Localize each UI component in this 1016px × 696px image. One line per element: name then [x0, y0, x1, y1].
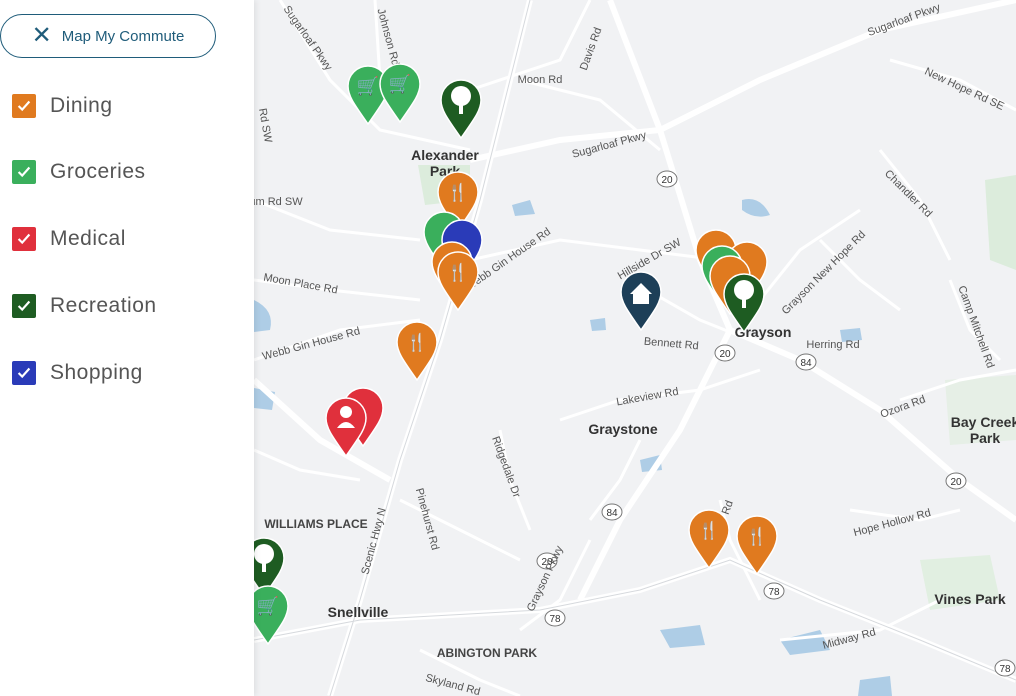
svg-text:🍴: 🍴 — [447, 182, 468, 203]
map-svg[interactable]: 202084208420787878 AlexanderParkGraysonG… — [254, 0, 1016, 696]
dining-label: Dining — [50, 94, 113, 117]
route-shield: 20 — [714, 344, 736, 362]
route-shield: 84 — [795, 353, 817, 371]
medical-checkbox[interactable] — [12, 227, 36, 251]
groceries-label: Groceries — [50, 160, 146, 183]
svg-text:78: 78 — [768, 587, 780, 598]
close-icon: ✕ — [31, 22, 52, 49]
svg-text:🍴: 🍴 — [746, 526, 767, 547]
route-shield: 78 — [544, 609, 566, 627]
svg-text:78: 78 — [549, 614, 561, 625]
svg-text:🛒: 🛒 — [357, 75, 379, 96]
svg-text:20: 20 — [661, 175, 673, 186]
map-place-label: Graystone — [588, 421, 657, 437]
svg-text:🍴: 🍴 — [698, 520, 719, 541]
map-place-label: WILLIAMS PLACE — [264, 517, 367, 531]
map-place-label: Snellville — [328, 604, 389, 620]
svg-text:84: 84 — [606, 508, 618, 519]
route-shield: 20 — [656, 170, 678, 188]
shopping-checkbox[interactable] — [12, 361, 36, 385]
map-road-label: um Rd SW — [254, 196, 303, 208]
svg-text:🍴: 🍴 — [447, 262, 468, 283]
category-medical[interactable]: Medical — [12, 227, 126, 251]
map-road-label: Herring Rd — [806, 339, 859, 351]
route-shield: 78 — [763, 582, 785, 600]
map-place-label: Alexander — [411, 147, 479, 163]
category-groceries[interactable]: Groceries — [12, 160, 146, 184]
map-place-label: ABINGTON PARK — [437, 646, 538, 660]
map-place-label: Park — [970, 430, 1001, 446]
svg-text:20: 20 — [719, 349, 731, 360]
filter-sidebar: ✕ Map My Commute Dining Groceries Medica… — [0, 0, 254, 696]
category-shopping[interactable]: Shopping — [12, 361, 143, 385]
map-my-commute-button[interactable]: ✕ Map My Commute — [0, 14, 216, 58]
route-shield: 20 — [945, 472, 967, 490]
route-shield: 78 — [994, 659, 1016, 677]
groceries-checkbox[interactable] — [12, 160, 36, 184]
recreation-checkbox[interactable] — [12, 294, 36, 318]
svg-text:🛒: 🛒 — [257, 595, 279, 616]
map-my-commute-label: Map My Commute — [61, 27, 185, 45]
svg-text:🛒: 🛒 — [389, 73, 411, 94]
dining-checkbox[interactable] — [12, 94, 36, 118]
map-place-label: Bay Creek — [951, 414, 1016, 430]
svg-text:20: 20 — [950, 477, 962, 488]
route-shield: 84 — [601, 503, 623, 521]
category-dining[interactable]: Dining — [12, 94, 113, 118]
category-recreation[interactable]: Recreation — [12, 294, 157, 318]
recreation-label: Recreation — [50, 294, 157, 317]
map-road-label: Moon Rd — [518, 74, 563, 86]
map-canvas[interactable]: 20 20 84 20 84 20 78 78 78 Alexander Park Grayson G… — [254, 0, 1016, 696]
svg-text:🍴: 🍴 — [406, 332, 427, 353]
svg-text:78: 78 — [999, 664, 1011, 675]
svg-text:84: 84 — [800, 358, 812, 369]
shopping-label: Shopping — [50, 361, 143, 384]
map-place-label: Vines Park — [934, 591, 1006, 607]
medical-label: Medical — [50, 227, 126, 250]
